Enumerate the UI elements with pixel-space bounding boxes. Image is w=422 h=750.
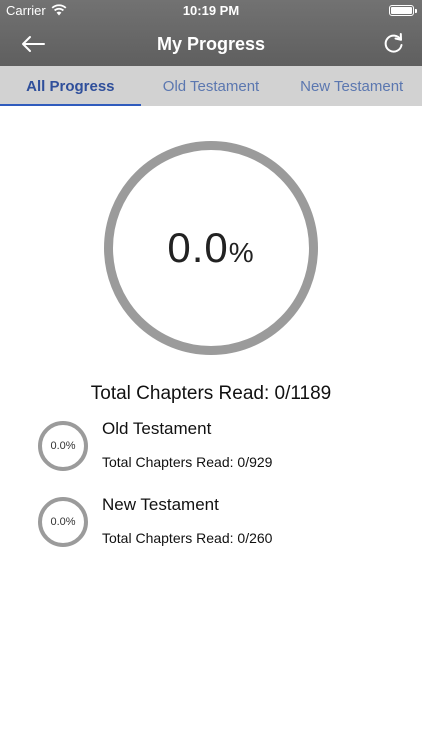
overall-total-chapters: Total Chapters Read: 0/1189: [90, 383, 332, 404]
overall-percent: 0.0%: [167, 224, 255, 271]
nav-bar: My Progress: [0, 22, 422, 66]
new-testament-ring: 0.0%: [38, 497, 88, 547]
old-testament-progress: 0.0% Old Testament Total Chapters Read: …: [38, 419, 388, 473]
overall-progress-ring: 0.0%: [104, 141, 318, 355]
tab-all-progress[interactable]: All Progress: [0, 66, 141, 106]
battery-icon: [389, 5, 417, 16]
old-testament-total: Total Chapters Read: 0/929: [102, 454, 273, 470]
refresh-icon: [384, 33, 403, 53]
old-testament-title: Old Testament: [102, 419, 212, 438]
tab-old-testament[interactable]: Old Testament: [141, 66, 282, 106]
refresh-button[interactable]: [380, 30, 408, 58]
status-time: 10:19 PM: [182, 3, 240, 18]
new-testament-progress: 0.0% New Testament Total Chapters Read: …: [38, 495, 388, 549]
old-testament-ring: 0.0%: [38, 421, 88, 471]
new-testament-title: New Testament: [102, 495, 219, 514]
tab-new-testament[interactable]: New Testament: [281, 66, 422, 106]
app-header: Carrier 10:19 PM My Progress: [0, 0, 422, 66]
new-testament-total: Total Chapters Read: 0/260: [102, 530, 273, 546]
tab-bar: All Progress Old Testament New Testament: [0, 66, 422, 106]
status-bar: Carrier 10:19 PM: [0, 0, 422, 22]
page-title: My Progress: [156, 34, 266, 54]
